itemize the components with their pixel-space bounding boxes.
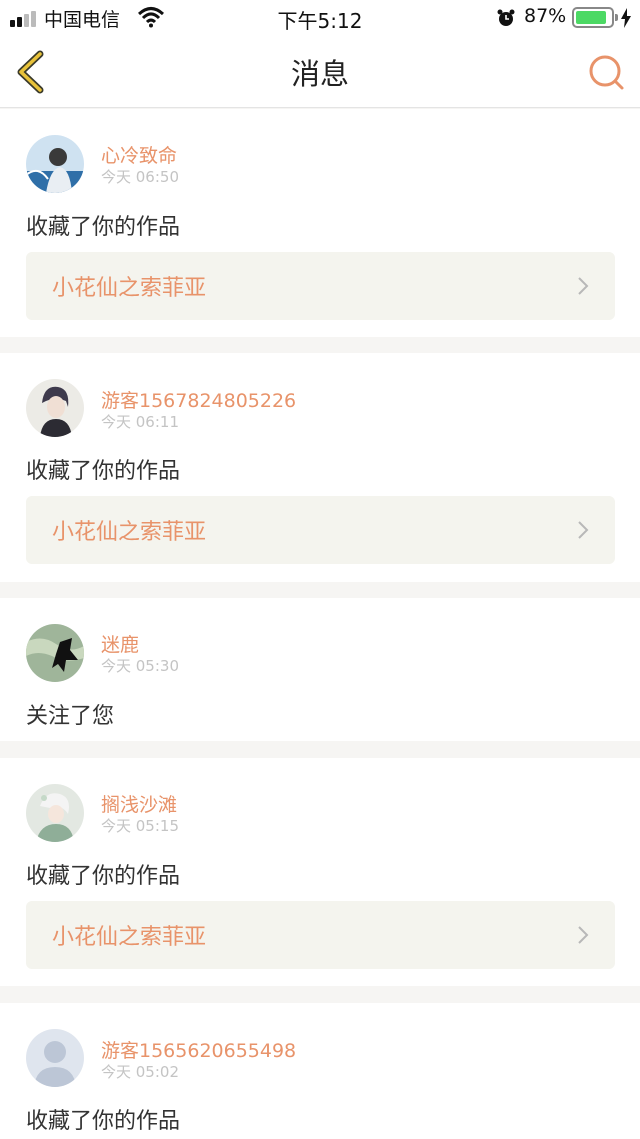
work-link[interactable]: 小花仙之索菲亚 — [26, 901, 615, 969]
chevron-right-icon — [578, 926, 589, 944]
message-item[interactable]: 游客1565620655498 今天 05:02 收藏了你的作品 — [0, 1003, 640, 1139]
user-name[interactable]: 游客1567824805226 — [101, 386, 296, 413]
message-item[interactable]: 搁浅沙滩 今天 05:15 收藏了你的作品 小花仙之索菲亚 — [0, 758, 640, 986]
page-title: 消息 — [290, 57, 349, 91]
default-avatar-icon[interactable] — [26, 1029, 84, 1087]
chevron-right-icon — [578, 521, 589, 539]
message-item[interactable]: 迷鹿 今天 05:30 关注了您 — [0, 598, 640, 741]
user-avatar[interactable] — [26, 379, 84, 437]
nav-bar: 消息 — [0, 36, 640, 108]
battery-icon — [572, 7, 618, 28]
user-avatar[interactable] — [26, 624, 84, 682]
message-time: 今天 05:30 — [101, 657, 179, 675]
message-item[interactable]: 心冷致命 今天 06:50 收藏了你的作品 小花仙之索菲亚 — [0, 109, 640, 337]
work-title: 小花仙之索菲亚 — [52, 925, 207, 950]
user-avatar[interactable] — [26, 784, 84, 842]
message-action: 收藏了你的作品 — [26, 459, 181, 484]
message-action: 收藏了你的作品 — [26, 215, 181, 240]
message-time: 今天 06:11 — [101, 413, 179, 431]
work-link[interactable]: 小花仙之索菲亚 — [26, 496, 615, 564]
alarm-clock-icon — [497, 9, 515, 26]
battery-fill — [576, 11, 606, 24]
message-time: 今天 05:15 — [101, 817, 179, 835]
work-title: 小花仙之索菲亚 — [52, 520, 207, 545]
message-action: 收藏了你的作品 — [26, 1109, 181, 1134]
battery-percent: 87% — [524, 5, 567, 27]
status-bar: 中国电信 下午5:12 87% — [0, 0, 640, 36]
search-icon[interactable] — [586, 52, 626, 92]
chevron-right-icon — [578, 277, 589, 295]
work-link[interactable]: 小花仙之索菲亚 — [26, 252, 615, 320]
message-time: 今天 06:50 — [101, 168, 179, 186]
message-time: 今天 05:02 — [101, 1063, 179, 1081]
user-name[interactable]: 迷鹿 — [101, 630, 139, 657]
charging-bolt-icon — [621, 8, 631, 28]
user-name[interactable]: 游客1565620655498 — [101, 1036, 296, 1063]
message-action: 关注了您 — [26, 704, 115, 729]
message-item[interactable]: 游客1567824805226 今天 06:11 收藏了你的作品 小花仙之索菲亚 — [0, 353, 640, 582]
user-name[interactable]: 心冷致命 — [101, 141, 177, 168]
user-avatar[interactable] — [26, 135, 84, 193]
work-title: 小花仙之索菲亚 — [52, 276, 207, 301]
user-name[interactable]: 搁浅沙滩 — [101, 790, 177, 817]
message-action: 收藏了你的作品 — [26, 864, 181, 889]
